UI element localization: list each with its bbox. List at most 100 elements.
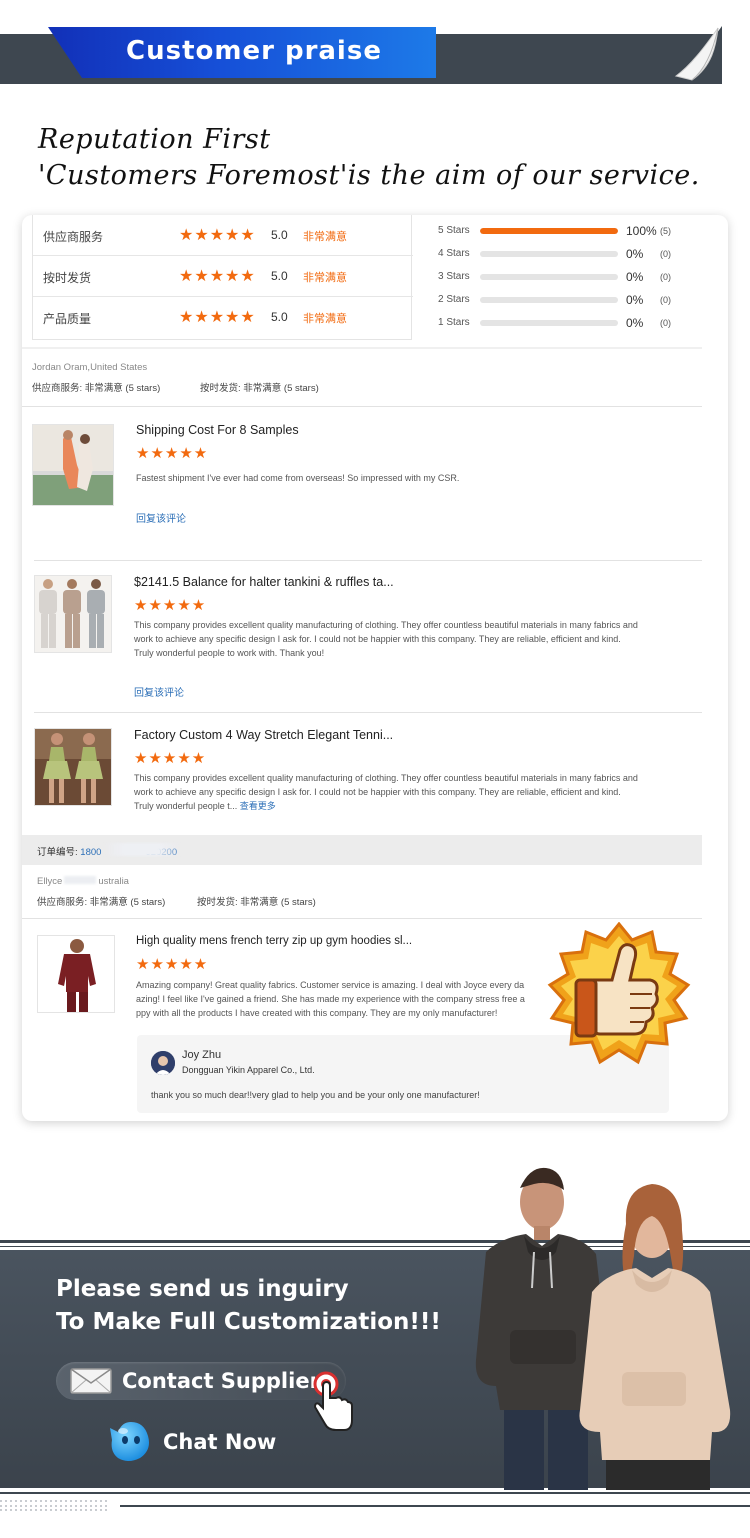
reply-author-name: Joy Zhu (182, 1049, 222, 1061)
rating-score: 5.0 (271, 310, 288, 324)
dist-count: (0) (660, 272, 671, 282)
dist-count: (0) (660, 249, 671, 259)
dist-count: (0) (660, 295, 671, 305)
product-thumbnail[interactable] (34, 728, 112, 806)
dist-bar (480, 274, 618, 280)
avatar (151, 1051, 175, 1075)
dist-bar (480, 320, 618, 326)
dist-label: 1 Stars (438, 317, 470, 328)
dist-label: 2 Stars (438, 294, 470, 305)
reviewer-name: Jordan Oram,United States (32, 362, 148, 373)
dist-percent: 0% (626, 270, 644, 284)
divider (34, 712, 702, 713)
review-text: This company provides excellent quality … (134, 771, 640, 813)
reply-company: Dongguan Yikin Apparel Co., Ltd. (182, 1065, 315, 1075)
slogan-line-1: Reputation First (38, 124, 271, 155)
slogan-line-2: 'Customers Foremost'is the aim of our se… (38, 160, 700, 191)
reply-review-link[interactable]: 回复该评论 (134, 684, 184, 699)
envelope-icon (70, 1368, 112, 1394)
star-rating-icon: ★★★★★ (179, 227, 256, 244)
reply-message: thank you so much dear!!very glad to hel… (151, 1090, 480, 1100)
rating-row: 按时发货 ★★★★★ 5.0 非常满意 (33, 256, 413, 297)
order-label: 订单编号: (37, 847, 78, 858)
star-distribution-row: 2 Stars 0% (0) (438, 292, 698, 308)
contact-supplier-label: Contact Supplier (122, 1369, 320, 1393)
star-rating-icon: ★★★★★ (134, 750, 207, 767)
redaction-blur (64, 876, 97, 884)
redaction-blur (102, 843, 182, 856)
order-number-start[interactable]: 1800 (80, 847, 101, 858)
pointer-hand-icon (313, 1371, 353, 1431)
dist-bar (480, 228, 618, 234)
rating-level: 非常满意 (303, 313, 347, 325)
divider (34, 560, 702, 561)
dist-label: 3 Stars (438, 271, 470, 282)
page-title: Customer praise (126, 36, 382, 66)
dist-count: (5) (660, 226, 671, 236)
cta-headline-2: To Make Full Customization!!! (56, 1309, 441, 1335)
star-rating-icon: ★★★★★ (179, 309, 256, 326)
rating-summary: 供应商服务 ★★★★★ 5.0 非常满意 按时发货 ★★★★★ 5.0 非常满意… (32, 215, 413, 340)
product-thumbnail[interactable] (34, 575, 112, 653)
dist-percent: 0% (626, 247, 644, 261)
rating-level: 非常满意 (303, 231, 347, 243)
product-thumbnail[interactable] (32, 424, 114, 506)
reviewer-name-end: ustralia (98, 876, 129, 887)
star-rating-icon: ★★★★★ (179, 268, 256, 285)
star-rating-icon: ★★★★★ (136, 956, 209, 973)
rating-score: 5.0 (271, 228, 288, 242)
review-title[interactable]: High quality mens french terry zip up gy… (136, 935, 412, 947)
chat-bubble-icon (110, 1422, 149, 1461)
dist-percent: 0% (626, 316, 644, 330)
review-text: This company provides excellent quality … (134, 620, 638, 658)
star-distribution-row: 5 Stars 100% (5) (438, 223, 698, 239)
divider (22, 347, 702, 349)
product-thumbnail[interactable] (37, 935, 115, 1013)
reviewer-supplier-rating: 供应商服务: 非常满意 (5 stars) (32, 383, 161, 394)
divider (0, 1492, 750, 1494)
review-text-line: ppy with all the products I have created… (136, 1008, 498, 1018)
review-text: Amazing company! Great quality fabrics. … (136, 978, 536, 1020)
contact-supplier-button[interactable]: Contact Supplier (56, 1362, 346, 1400)
chat-now-label: Chat Now (163, 1430, 277, 1454)
rating-label: 按时发货 (43, 271, 92, 285)
reviewer-name: Ellyce ustralia (37, 876, 129, 887)
star-rating-icon: ★★★★★ (136, 445, 209, 462)
star-distribution-row: 4 Stars 0% (0) (438, 246, 698, 262)
rating-level: 非常满意 (303, 272, 347, 284)
reviewer-supplier-rating: 供应商服务: 非常满意 (5 stars) (37, 897, 166, 908)
star-distribution-row: 3 Stars 0% (0) (438, 269, 698, 285)
reviewer-ontime-rating: 按时发货: 非常满意 (5 stars) (197, 897, 316, 908)
rating-row: 供应商服务 ★★★★★ 5.0 非常满意 (33, 215, 413, 256)
tennis-dress-image (33, 425, 113, 505)
rating-label: 产品质量 (43, 312, 92, 326)
dist-percent: 100% (626, 224, 657, 238)
review-title[interactable]: Shipping Cost For 8 Samples (136, 423, 299, 437)
page-curl-icon (674, 26, 722, 84)
order-bar: 订单编号: 1800620200 (22, 835, 702, 865)
dist-bar (480, 297, 618, 303)
star-rating-icon: ★★★★★ (134, 597, 207, 614)
review-title[interactable]: Factory Custom 4 Way Stretch Elegant Ten… (134, 728, 393, 742)
review-text-line: azing! I feel like I've gained a friend.… (136, 994, 525, 1004)
chat-now-button[interactable]: Chat Now (108, 1418, 308, 1466)
star-distribution-row: 1 Stars 0% (0) (438, 315, 698, 331)
view-more-link[interactable]: 查看更多 (240, 801, 276, 811)
tennis-skirt-image (35, 729, 111, 805)
divider (22, 406, 702, 407)
dist-label: 5 Stars (438, 225, 470, 236)
reply-review-link[interactable]: 回复该评论 (136, 510, 186, 525)
cta-headline-1: Please send us inguiry (56, 1276, 349, 1302)
dist-count: (0) (660, 318, 671, 328)
dist-label: 4 Stars (438, 248, 470, 259)
dist-bar (480, 251, 618, 257)
thumbs-up-badge-icon (547, 922, 691, 1065)
rating-label: 供应商服务 (43, 230, 104, 244)
review-text-line: Amazing company! Great quality fabrics. … (136, 980, 525, 990)
reviewer-name-start: Ellyce (37, 876, 63, 887)
divider (22, 918, 702, 919)
hoodie-models-image (475, 1167, 731, 1490)
review-title[interactable]: $2141.5 Balance for halter tankini & ruf… (134, 575, 394, 589)
reviewer-ontime-rating: 按时发货: 非常满意 (5 stars) (200, 383, 319, 394)
hoodie-image (38, 936, 114, 1012)
